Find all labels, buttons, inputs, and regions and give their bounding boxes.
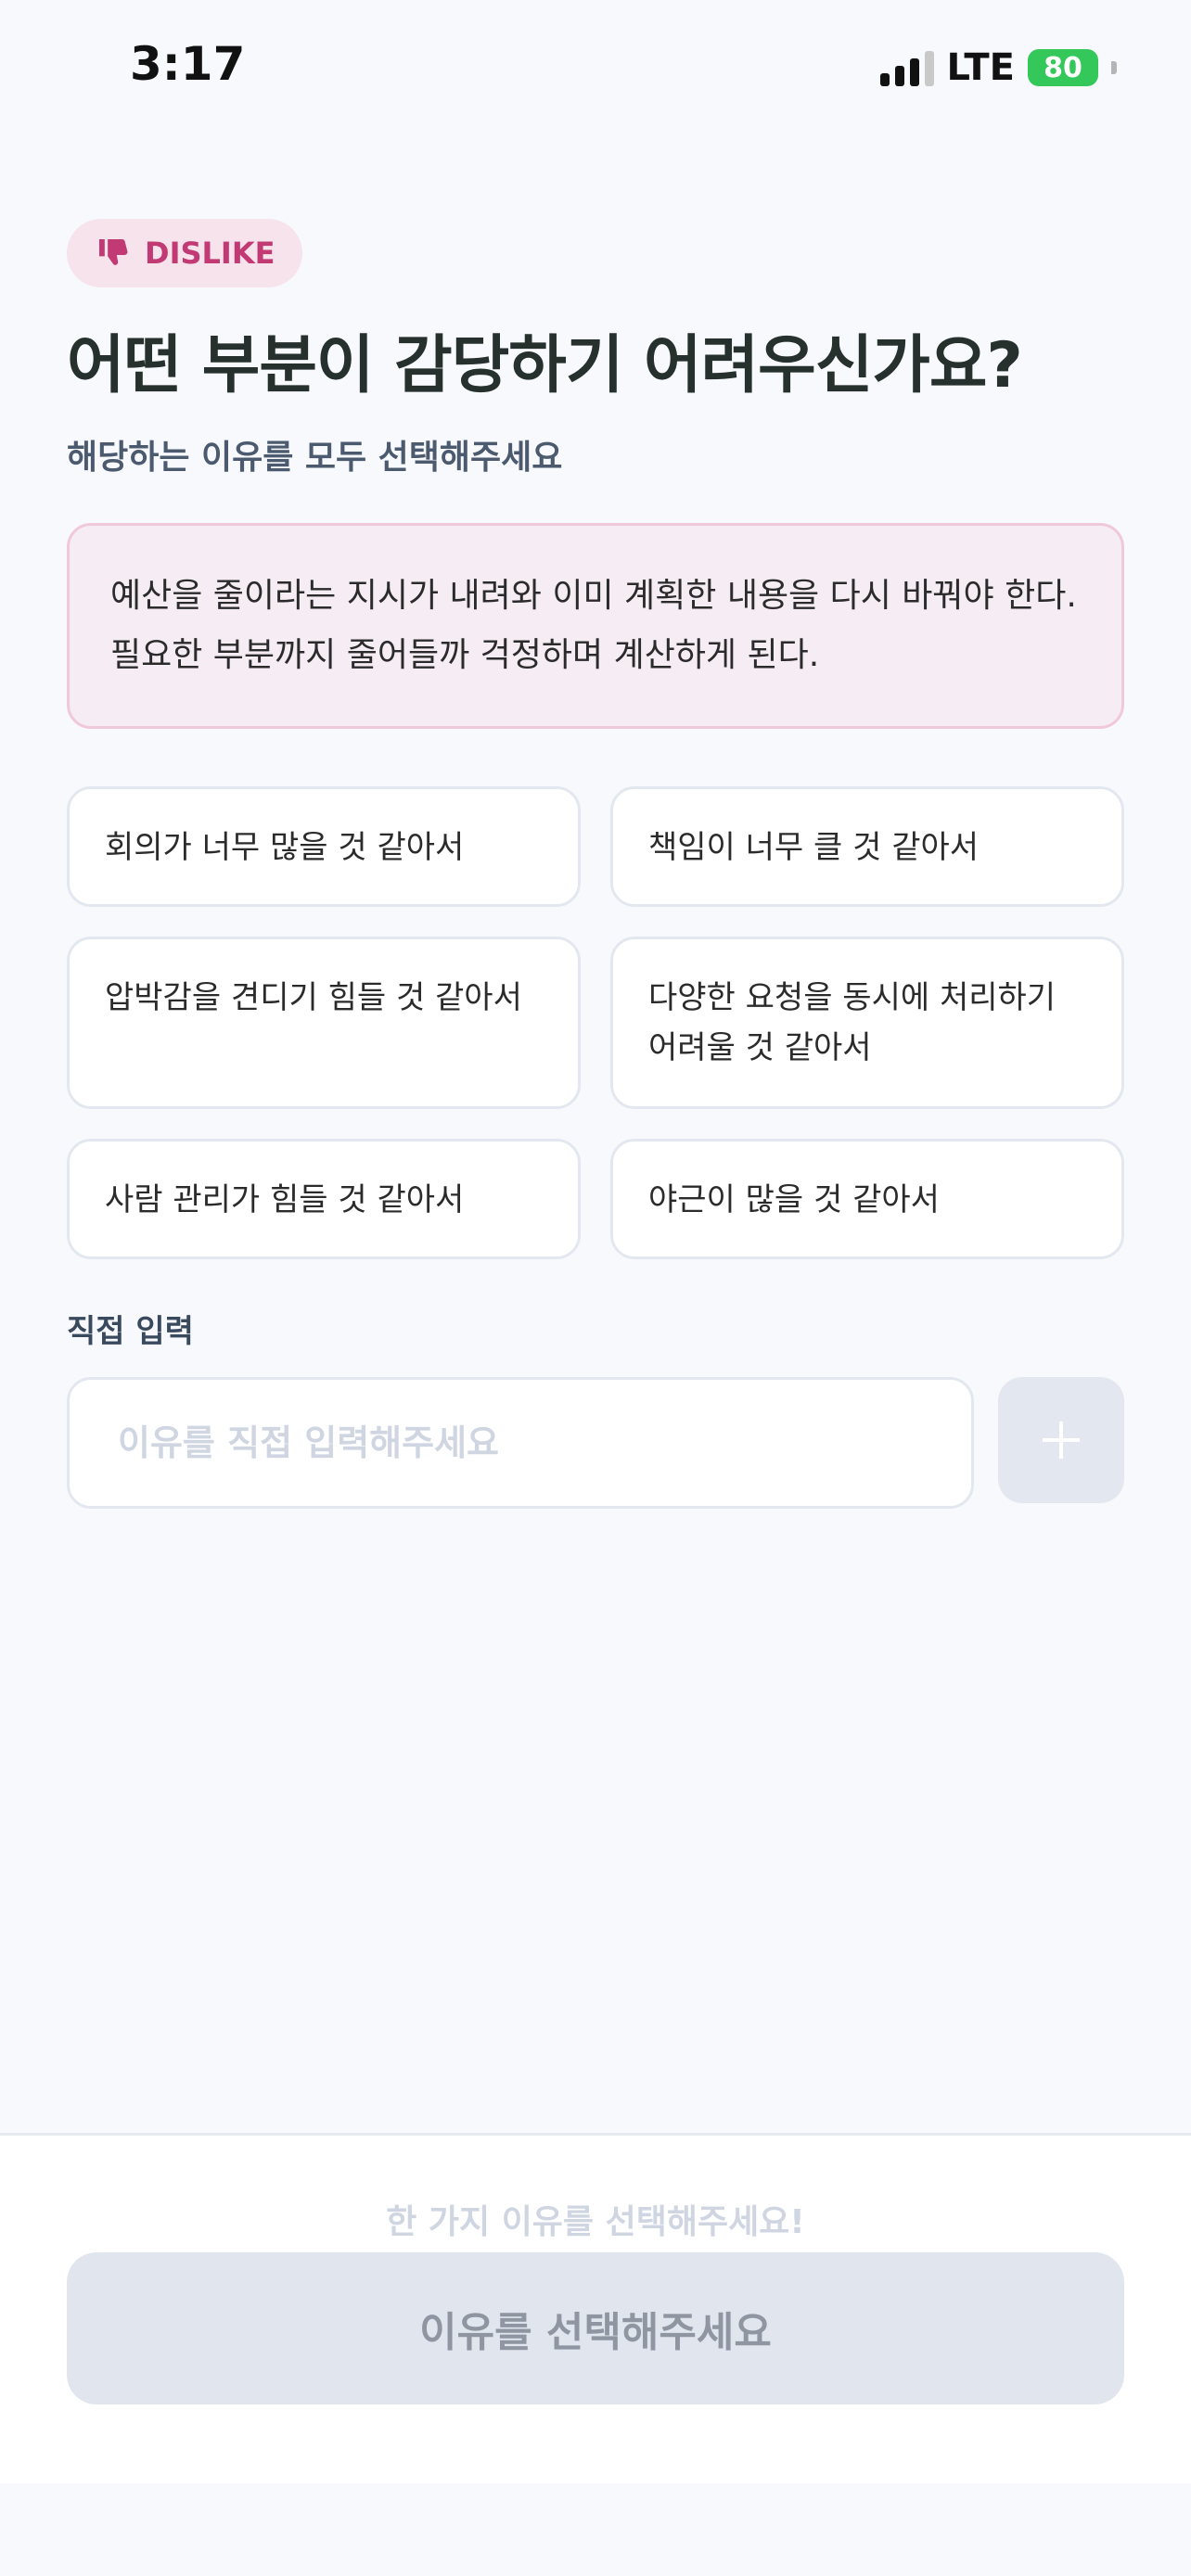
reason-options: 회의가 너무 많을 것 같아서 책임이 너무 클 것 같아서 압박감을 견디기 …: [67, 785, 1124, 1259]
badge-label: DISLIKE: [145, 236, 275, 271]
direct-input-row: [67, 1376, 1124, 1509]
battery-icon: 80: [1028, 49, 1098, 86]
thumbs-down-icon: [99, 239, 128, 265]
reason-option[interactable]: 책임이 너무 클 것 같아서: [610, 785, 1124, 907]
page-title: 어떤 부분이 감당하기 어려우신가요?: [67, 329, 1023, 402]
battery-level: 80: [1044, 51, 1082, 84]
situation-card: 예산을 줄이라는 지시가 내려와 이미 계획한 내용을 다시 바꿔야 한다. 필…: [67, 522, 1124, 729]
submit-button[interactable]: 이유를 선택해주세요: [67, 2252, 1124, 2404]
add-reason-button[interactable]: [998, 1376, 1124, 1503]
reason-option[interactable]: 야근이 많을 것 같아서: [610, 1138, 1124, 1259]
signal-icon: [879, 49, 934, 86]
reason-option[interactable]: 다양한 요청을 동시에 처리하기 어려울 것 같아서: [610, 936, 1124, 1109]
reason-input[interactable]: [67, 1376, 974, 1509]
reason-option[interactable]: 사람 관리가 힘들 것 같아서: [67, 1138, 581, 1259]
reason-option[interactable]: 압박감을 견디기 힘들 것 같아서: [67, 936, 581, 1109]
selection-hint: 한 가지 이유를 선택해주세요!: [386, 2203, 805, 2241]
status-bar: 3:17 LTE 80: [0, 0, 1191, 139]
status-time: 3:17: [130, 37, 246, 91]
bottom-bar: 한 가지 이유를 선택해주세요! 이유를 선택해주세요: [0, 2133, 1191, 2483]
reason-option[interactable]: 회의가 너무 많을 것 같아서: [67, 785, 581, 907]
main-content: DISLIKE 어떤 부분이 감당하기 어려우신가요? 해당하는 이유를 모두 …: [67, 219, 1124, 1509]
battery-cap: [1111, 61, 1117, 74]
dislike-badge: DISLIKE: [67, 219, 303, 287]
network-label: LTE: [946, 46, 1015, 89]
plus-icon: [1043, 1421, 1080, 1459]
page-subtitle: 해당하는 이유를 모두 선택해주세요: [67, 438, 563, 477]
direct-input-label: 직접 입력: [67, 1312, 194, 1350]
status-indicators: LTE 80: [879, 43, 1117, 93]
